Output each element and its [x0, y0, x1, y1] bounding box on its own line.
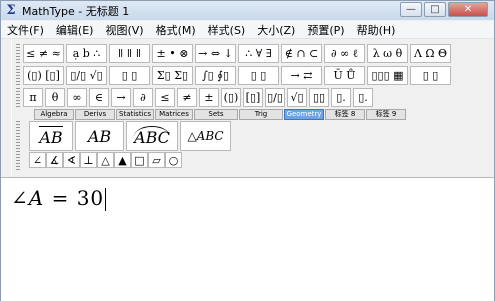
integral-templates-button[interactable]: ∫▯ ∮▯: [195, 66, 236, 85]
symbol-palette-row: ≤ ≠ ≈ ạ b ∴ ǁ ǁ ǁ ± • ⊗ → ⇔ ↓ ∴ ∀ ∃ ∉ ∩ …: [23, 44, 453, 63]
mathtype-logo-icon: Σ: [6, 3, 16, 18]
tab-trig[interactable]: Trig: [239, 109, 283, 120]
menu-bar: 文件(F) 编辑(E) 视图(V) 格式(M) 样式(S) 大小(Z) 预置(P…: [1, 21, 494, 39]
angle-symbol: ∠: [11, 186, 29, 210]
menu-style[interactable]: 样式(S): [202, 22, 252, 38]
menu-help[interactable]: 帮助(H): [351, 22, 402, 38]
spherical-angle-button[interactable]: ∢: [63, 152, 80, 168]
relational-symbols-button[interactable]: ≤ ≠ ≈: [23, 44, 64, 63]
fence-templates-button[interactable]: (▯) [▯]: [23, 66, 64, 85]
tab-matrices[interactable]: Matrices: [155, 109, 193, 120]
equation-value: 30: [76, 186, 105, 210]
element-of-button[interactable]: ∈: [89, 88, 109, 107]
box-templates-button[interactable]: ▯ ▯: [410, 66, 451, 85]
square-button[interactable]: □: [131, 152, 148, 168]
menu-view[interactable]: 视图(V): [99, 22, 149, 38]
fraction-button[interactable]: ▯/▯: [265, 88, 285, 107]
window-title: MathType - 无标题 1: [22, 4, 130, 18]
menu-edit[interactable]: 编辑(E): [50, 22, 100, 38]
close-button[interactable]: ✕: [448, 2, 488, 17]
title-bar[interactable]: Σ MathType - 无标题 1 — □ ✕: [1, 1, 494, 20]
triangle-button[interactable]: △: [97, 152, 114, 168]
template-palette-row: (▯) [▯] ▯/▯ √▯ ▯ ▯ Σ▯ Σ▯ ∫▯ ∮▯ ▯ ▯ → ⇄ Ū…: [23, 66, 453, 85]
measured-angle-button[interactable]: ∡: [46, 152, 63, 168]
parallelogram-button[interactable]: ▱: [148, 152, 165, 168]
tab-sets[interactable]: Sets: [194, 109, 238, 120]
partial-button[interactable]: ∂: [133, 88, 153, 107]
small-bar-row: π θ ∞ ∈ → ∂ ≤ ≠ ± (▯) [▯] ▯/▯ √▯ ▯▯ ▯. ▯…: [23, 88, 375, 107]
symbol-palette-area: ≤ ≠ ≈ ạ b ∴ ǁ ǁ ǁ ± • ⊗ → ⇔ ↓ ∴ ∀ ∃ ∉ ∩ …: [11, 41, 481, 176]
logical-symbols-button[interactable]: ∴ ∀ ∃: [238, 44, 279, 63]
radical-button[interactable]: √▯: [287, 88, 307, 107]
equation-editor[interactable]: ∠A = 30: [1, 177, 494, 301]
text-cursor: [105, 188, 107, 211]
menu-format[interactable]: 格式(M): [150, 22, 202, 38]
toolbar-grip[interactable]: [16, 66, 20, 86]
right-arrow-button[interactable]: →: [111, 88, 131, 107]
tab-geometry[interactable]: Geometry: [284, 109, 324, 120]
subscript-superscript-templates-button[interactable]: ▯ ▯: [109, 66, 150, 85]
angle-button[interactable]: ∠: [29, 152, 46, 168]
toolbar-grip[interactable]: [16, 44, 20, 64]
not-equal-button[interactable]: ≠: [177, 88, 197, 107]
menu-preferences[interactable]: 预置(P): [301, 22, 350, 38]
menu-size[interactable]: 大小(Z): [251, 22, 301, 38]
pi-button[interactable]: π: [23, 88, 43, 107]
matrix-templates-button[interactable]: ▯▯▯ ▦: [367, 66, 408, 85]
vector-template-button[interactable]: AB: [75, 121, 124, 151]
minimize-button[interactable]: —: [400, 2, 422, 17]
misc-symbols-button[interactable]: ∂ ∞ ℓ: [324, 44, 365, 63]
labeled-arrow-templates-button[interactable]: → ⇄: [281, 66, 322, 85]
summation-templates-button[interactable]: Σ▯ Σ▯: [152, 66, 193, 85]
mathtype-window: Σ MathType - 无标题 1 — □ ✕ 文件(F) 编辑(E) 视图(…: [0, 0, 495, 301]
window-controls: — □ ✕: [400, 2, 488, 17]
less-equal-button[interactable]: ≤: [155, 88, 175, 107]
brackets-button[interactable]: [▯]: [243, 88, 263, 107]
circle-button[interactable]: ○: [165, 152, 182, 168]
infinity-button[interactable]: ∞: [67, 88, 87, 107]
plus-minus-button[interactable]: ±: [199, 88, 219, 107]
operator-symbols-button[interactable]: ± • ⊗: [152, 44, 193, 63]
arrow-symbols-button[interactable]: → ⇔ ↓: [195, 44, 236, 63]
toolbar-grip[interactable]: [16, 121, 20, 171]
fraction-radical-templates-button[interactable]: ▯/▯ √▯: [66, 66, 107, 85]
tab-derivs[interactable]: Derivs: [75, 109, 115, 120]
embellishments-button[interactable]: ǁ ǁ ǁ: [109, 44, 150, 63]
theta-button[interactable]: θ: [45, 88, 65, 107]
maximize-button[interactable]: □: [424, 2, 446, 17]
tab-9[interactable]: 标签 9: [366, 109, 406, 120]
tab-8[interactable]: 标签 8: [325, 109, 365, 120]
tab-algebra[interactable]: Algebra: [34, 109, 74, 120]
segment-template-button[interactable]: AB: [29, 121, 73, 151]
sub-superscript-button[interactable]: ▯.: [353, 88, 373, 107]
triangle-template-button[interactable]: △ABC: [180, 121, 231, 151]
set-theory-symbols-button[interactable]: ∉ ∩ ⊂: [281, 44, 322, 63]
toolbar-grip[interactable]: [16, 88, 20, 108]
menu-file[interactable]: 文件(F): [1, 22, 50, 38]
products-set-templates-button[interactable]: Ū Ů: [324, 66, 365, 85]
greek-uppercase-button[interactable]: Λ Ω Θ: [410, 44, 451, 63]
tab-statistics[interactable]: Statistics: [116, 109, 154, 120]
tab-bar: Algebra Derivs Statistics Matrices Sets …: [34, 109, 406, 120]
subscript-button[interactable]: ▯.: [331, 88, 351, 107]
equation-variable: A: [28, 186, 45, 210]
superscript-button[interactable]: ▯▯: [309, 88, 329, 107]
filled-triangle-button[interactable]: ▲: [114, 152, 131, 168]
perpendicular-button[interactable]: ⊥: [80, 152, 97, 168]
parentheses-button[interactable]: (▯): [221, 88, 241, 107]
geometry-symbol-row: ∠ ∡ ∢ ⊥ △ ▲ □ ▱ ○: [29, 152, 182, 168]
equals-sign: =: [51, 186, 70, 210]
geometry-template-row: AB AB ABC △ABC: [29, 121, 233, 151]
arc-template-button[interactable]: ABC: [126, 121, 178, 151]
greek-lowercase-button[interactable]: λ ω θ: [367, 44, 408, 63]
equation: ∠A = 30: [11, 186, 107, 211]
underbar-overbar-templates-button[interactable]: ▯ ▯: [238, 66, 279, 85]
spaces-ellipses-button[interactable]: ạ b ∴: [66, 44, 107, 63]
